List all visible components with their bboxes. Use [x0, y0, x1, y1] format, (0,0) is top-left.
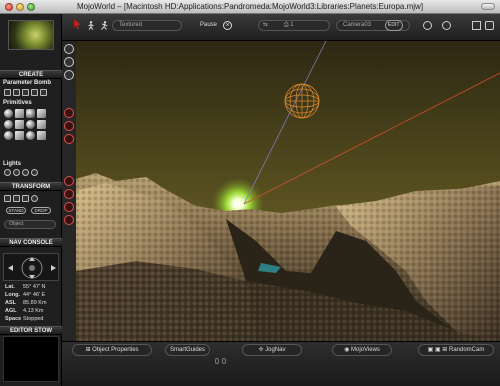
transform-icons	[4, 195, 38, 202]
left-panel: CREATE Parameter Bomb Primitives Lights …	[0, 14, 62, 386]
box-primitive-icon[interactable]	[37, 109, 46, 118]
atmosphere-editor-icon[interactable]	[64, 176, 74, 186]
camera-controls: ⇆ ⎙ 1	[258, 20, 330, 31]
camera-edit-button[interactable]: EDIT	[385, 20, 403, 31]
nav-lat-value: 55° 47' N	[23, 284, 46, 290]
frame-number: 1	[290, 22, 294, 28]
object-editor-icon[interactable]	[64, 215, 74, 225]
nav-long-value: 44° 46' E	[23, 292, 46, 298]
nav-lat-row: Lat. 55° 47' N	[5, 284, 46, 290]
pause-render-button[interactable]: ×	[223, 21, 232, 30]
drop-button[interactable]: DROP	[31, 207, 51, 214]
object-properties-button[interactable]: ⊞ Object Properties	[72, 344, 152, 356]
disk-primitive-icon[interactable]	[26, 131, 35, 140]
jog-nav-button[interactable]: ✢ JogNav	[242, 344, 302, 356]
bottom-bar: ⊞ Object Properties SmartGuides ✢ JogNav…	[62, 341, 500, 386]
transform-header: TRANSFORM	[0, 182, 62, 191]
sun-light-icon[interactable]	[31, 169, 38, 176]
nav-console-header: NAV CONSOLE	[0, 238, 62, 247]
swap-icon[interactable]: ⇆	[263, 22, 268, 28]
run-figure-icon[interactable]	[100, 21, 108, 30]
create-header: CREATE	[0, 70, 62, 79]
nav-space-value: Stopped	[23, 316, 44, 322]
moon-editor-icon[interactable]	[64, 134, 74, 144]
render-settings-icon[interactable]	[472, 21, 481, 30]
walk-figure-icon[interactable]	[87, 21, 95, 30]
torus-primitive-icon[interactable]	[26, 120, 35, 129]
camera-target-icon[interactable]	[423, 21, 432, 30]
grid-icon[interactable]	[64, 70, 74, 80]
nav-console-graphic[interactable]	[4, 254, 60, 282]
render-mode-select[interactable]: Textured	[112, 20, 182, 31]
top-toolbar: Textured Pause × ⇆ ⎙ 1 Camera03 EDIT	[62, 14, 500, 41]
globe-icon[interactable]	[64, 57, 74, 67]
cone-primitive-icon[interactable]	[4, 120, 13, 129]
wireframe-light-sphere[interactable]	[284, 83, 320, 119]
scale-tool-icon[interactable]	[22, 195, 29, 202]
smart-guides-slider[interactable]	[215, 358, 219, 364]
nav-console-controls	[3, 253, 59, 281]
spot-light-icon[interactable]	[13, 169, 20, 176]
planet-thumbnail[interactable]	[8, 20, 54, 50]
landscape-render[interactable]	[76, 41, 500, 341]
prism-primitive-icon[interactable]	[37, 131, 46, 140]
move-tool-icon[interactable]	[4, 195, 11, 202]
3d-viewport[interactable]	[76, 41, 500, 341]
capsule-primitive-icon[interactable]	[4, 131, 13, 140]
pivot-tool-icon[interactable]	[31, 195, 38, 202]
wedge-primitive-icon[interactable]	[37, 120, 46, 129]
primitives-label: Primitives	[3, 100, 32, 106]
render-button-icon[interactable]	[485, 21, 494, 30]
camera-snapshot-icon[interactable]: ⎙	[284, 22, 289, 28]
nav-agl-value: 4.13 Km	[23, 308, 44, 314]
nav-long-row: Long. 44° 46' E	[5, 292, 46, 298]
pyramid-primitive-icon[interactable]	[15, 120, 24, 129]
mojo-views-button[interactable]: ◉ MojoViews	[332, 344, 392, 356]
rotate-tool-icon[interactable]	[13, 195, 20, 202]
water-editor-icon[interactable]	[64, 202, 74, 212]
primitives-row-2	[4, 120, 46, 129]
smart-guides-button[interactable]: SmartGuides	[165, 344, 210, 356]
editor-stow-area[interactable]	[3, 336, 59, 382]
pause-label: Pause	[200, 22, 218, 28]
bomb-sky-icon[interactable]	[31, 89, 38, 96]
bomb-terrain-icon[interactable]	[4, 89, 11, 96]
area-light-icon[interactable]	[22, 169, 29, 176]
toolbar-toggle-button[interactable]	[481, 3, 495, 10]
bomb-water-icon[interactable]	[13, 89, 20, 96]
editor-stow-header: EDITOR STOW	[0, 326, 62, 335]
nav-space-row: Space Stopped	[5, 316, 44, 322]
lights-label: Lights	[3, 161, 21, 167]
clock-icon[interactable]	[64, 44, 74, 54]
select-arrow-icon[interactable]	[72, 19, 81, 29]
sun-editor-icon[interactable]	[64, 121, 74, 131]
smart-guides-slider-2[interactable]	[222, 358, 226, 364]
object-field[interactable]: Object	[4, 220, 56, 229]
point-light-icon[interactable]	[4, 169, 11, 176]
window-title: MojoWorld – [Macintosh HD:Applications:P…	[76, 2, 424, 11]
cloud-editor-icon[interactable]	[64, 189, 74, 199]
camera-orbit-icon[interactable]	[442, 21, 451, 30]
sphere-primitive-icon[interactable]	[4, 109, 13, 118]
plane-primitive-icon[interactable]	[15, 131, 24, 140]
nav-asl-value: 85.89 Km	[23, 300, 47, 306]
lights-icons	[4, 169, 38, 176]
primitives-row-1	[4, 109, 46, 118]
cylinder-primitive-icon[interactable]	[26, 109, 35, 118]
bomb-planet-icon[interactable]	[40, 89, 47, 96]
parameter-bomb-icons	[4, 89, 47, 96]
nav-asl-row: ASL 85.89 Km	[5, 300, 47, 306]
primitives-row-3	[4, 131, 46, 140]
random-cam-button[interactable]: ▣ ▣ ⊞ RandomCam	[418, 344, 494, 356]
cube-primitive-icon[interactable]	[15, 109, 24, 118]
stand-button[interactable]: STAND	[6, 207, 26, 214]
bomb-atmosphere-icon[interactable]	[22, 89, 29, 96]
parameter-bomb-label: Parameter Bomb	[3, 80, 52, 86]
window-title-bar: MojoWorld – [Macintosh HD:Applications:P…	[0, 0, 500, 14]
vertical-tool-strip	[62, 41, 76, 361]
nav-agl-row: AGL 4.13 Km	[5, 308, 44, 314]
terrain-editor-icon[interactable]	[64, 108, 74, 118]
